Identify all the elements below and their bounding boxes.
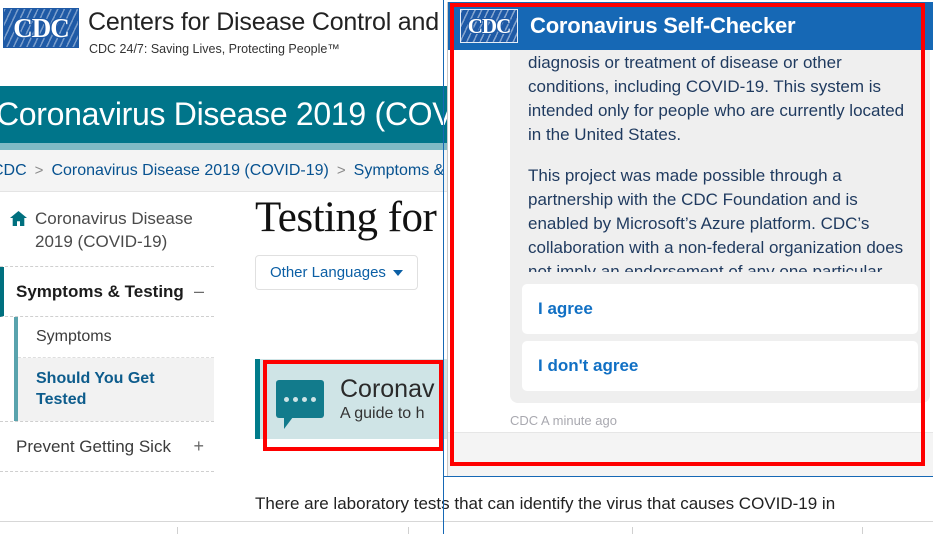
- other-languages-button[interactable]: Other Languages: [255, 255, 418, 290]
- promo-subtitle: A guide to h: [340, 404, 425, 422]
- breadcrumb-separator: >: [336, 162, 346, 179]
- sidebar-subitem-label: Should You Get Tested: [36, 369, 155, 408]
- page-root: CDC Centers for Disease Control and Prev…: [0, 0, 933, 534]
- self-checker-title: Coronavirus Self-Checker: [530, 13, 796, 38]
- sidebar-section-prevent-getting-sick[interactable]: Prevent Getting Sick +: [0, 422, 214, 473]
- breadcrumb-item-cdc[interactable]: CDC: [0, 162, 27, 180]
- sidebar-section-label: Prevent Getting Sick: [16, 437, 171, 457]
- choice-bubble: I agree I don't agree: [510, 272, 930, 403]
- sidebar-subnav: Symptoms Should You Get Tested: [0, 316, 214, 423]
- self-checker-body[interactable]: diagnosis or treatment of disease or oth…: [448, 50, 933, 432]
- choice-label: I agree: [538, 299, 593, 318]
- chat-frame-left-edge: [443, 0, 444, 534]
- bot-message-paragraph-1: diagnosis or treatment of disease or oth…: [528, 53, 905, 145]
- sidebar-section-symptoms-testing[interactable]: Symptoms & Testing –: [0, 266, 214, 317]
- chat-frame-bottom-edge: [443, 476, 933, 477]
- cdc-logo[interactable]: CDC: [3, 8, 79, 48]
- self-checker-cdc-logo: CDC: [460, 9, 518, 43]
- self-checker-header: CDC Coronavirus Self-Checker: [448, 2, 933, 50]
- sidebar: Coronavirus Disease 2019 (COVID-19) Symp…: [0, 196, 214, 473]
- choice-i-agree-button[interactable]: I agree: [522, 284, 918, 334]
- sidebar-item-should-you-get-tested[interactable]: Should You Get Tested: [18, 357, 214, 422]
- self-checker-dialog: CDC Coronavirus Self-Checker diagnosis o…: [447, 2, 933, 476]
- self-checker-footer[interactable]: [448, 432, 933, 476]
- sidebar-item-symptoms[interactable]: Symptoms: [18, 317, 214, 358]
- chat-bubble-icon: [276, 380, 324, 429]
- sidebar-section-label: Symptoms & Testing: [16, 281, 184, 301]
- choice-label: I don't agree: [538, 356, 639, 375]
- content-divider: [0, 521, 933, 522]
- breadcrumb-item-covid[interactable]: Coronavirus Disease 2019 (COVID-19): [51, 162, 328, 180]
- promo-title: Coronav: [340, 375, 435, 404]
- collapse-toggle-icon[interactable]: –: [188, 281, 204, 302]
- message-timestamp: CDC A minute ago: [510, 413, 617, 428]
- chat-bubble-dots: [276, 380, 324, 418]
- expand-toggle-icon[interactable]: +: [187, 436, 204, 457]
- chevron-down-icon: [392, 269, 403, 276]
- other-languages-label: Other Languages: [270, 264, 386, 281]
- cdc-logo-text: CDC: [13, 12, 70, 43]
- home-icon: [10, 211, 27, 231]
- choice-i-dont-agree-button[interactable]: I don't agree: [522, 341, 918, 391]
- sidebar-subitem-label: Symptoms: [36, 327, 112, 345]
- agency-tagline: CDC 24/7: Saving Lives, Protecting Peopl…: [89, 42, 340, 56]
- promo-text: Coronav A guide to h: [340, 375, 435, 423]
- self-checker-logo-text: CDC: [467, 13, 512, 38]
- bottom-tick-marks: [0, 527, 933, 534]
- sidebar-item-home[interactable]: Coronavirus Disease 2019 (COVID-19): [0, 196, 214, 267]
- body-paragraph: There are laboratory tests that can iden…: [255, 494, 836, 513]
- breadcrumb-separator: >: [34, 162, 44, 179]
- sidebar-home-label: Coronavirus Disease 2019 (COVID-19): [35, 209, 193, 251]
